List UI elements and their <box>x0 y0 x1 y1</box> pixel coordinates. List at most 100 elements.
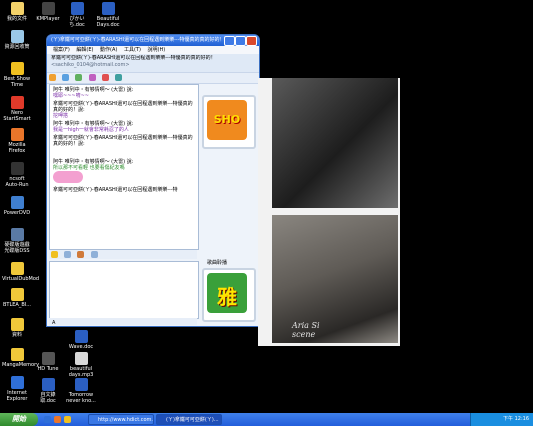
desktop-icon-label: BTLEA_BI... <box>2 302 32 308</box>
games-icon[interactable] <box>115 74 123 81</box>
desktop-icon-label: 硬碟版遊戲 光碟版DSS <box>4 242 30 254</box>
menu-tools[interactable]: 工具(T) <box>124 47 141 53</box>
desktop-icon-label: PowerDVD <box>3 210 31 216</box>
invite-icon[interactable] <box>49 74 56 81</box>
avatar-image: 雅 <box>207 273 247 313</box>
desktop-icon[interactable]: MangaMemory <box>2 348 40 368</box>
desktop-icon-label: Internet Explorer <box>6 390 28 402</box>
desktop-icon-label: ncsoft Auto-Run <box>5 176 29 188</box>
file-icon <box>70 2 84 15</box>
message-sender: 拿鐵可可亞餅(ㄚ)-春ARASHI還可以在回程遇到樂樂---特優真的真的好的！說… <box>53 135 193 147</box>
message-input[interactable] <box>49 261 199 319</box>
file-icon <box>74 330 88 343</box>
emoticon-picker-icon[interactable] <box>51 251 58 258</box>
desktop-icon[interactable]: PowerDVD <box>2 196 32 216</box>
desktop-icon[interactable]: 自文錄取.doc <box>33 378 63 404</box>
photo-viewer: Aria Si scene <box>258 78 400 346</box>
ie-quicklaunch-icon[interactable] <box>44 416 51 423</box>
desktop-icon[interactable]: ncsoft Auto-Run <box>2 162 32 188</box>
desktop-icon-label: KMPlayer <box>36 16 60 22</box>
message-body: 挖呷搭 <box>53 113 69 119</box>
taskbar-task[interactable]: http://www.hdict.com... <box>88 414 154 425</box>
menu-actions[interactable]: 動作(A) <box>100 47 117 53</box>
contact-avatar[interactable]: SHO <box>202 95 256 149</box>
desktop-icon[interactable]: HD Tune <box>33 352 63 372</box>
message-body: 我是一high一就會非常耗忍了的人 <box>53 127 129 133</box>
menu-edit[interactable]: 編輯(E) <box>76 47 93 53</box>
wink-icon[interactable] <box>64 251 72 258</box>
start-button[interactable]: 開始 <box>0 413 38 426</box>
webcam-icon[interactable] <box>75 74 83 81</box>
desktop-icon[interactable]: Nero StartSmart <box>2 96 32 122</box>
desktop-icon[interactable]: Best Show Time <box>2 62 32 88</box>
chat-window-title: (ㄚ)拿鐵可可亞餅(ㄚ)-春ARASHI還可以在回程遇到樂樂---特優真的真的好… <box>51 37 225 43</box>
desktop-icon[interactable]: 硬碟版遊戲 光碟版DSS <box>2 228 32 254</box>
minimize-button[interactable] <box>224 36 235 46</box>
desktop-icon[interactable]: ぴかいち.doc <box>62 2 92 28</box>
avatar-text: SHO <box>213 113 241 126</box>
file-icon <box>10 376 24 389</box>
self-avatar[interactable]: 雅 <box>202 268 256 322</box>
desktop-icon-label: HD Tune <box>37 366 59 372</box>
message-sender: 拿鐵可可亞餅(ㄚ)-春ARASHI還可以在回程遇到樂樂---特 <box>53 187 178 193</box>
desktop-icon[interactable]: beautiful days.mp3 <box>66 352 96 378</box>
desktop-icon-label: 資料 <box>11 332 22 338</box>
desktop-icon[interactable]: Tomorrow never kno... <box>66 378 96 404</box>
contact-email: <sachiko_0104@hotmail.com> <box>51 62 130 68</box>
chat-titlebar[interactable]: (ㄚ)拿鐵可可亞餅(ㄚ)-春ARASHI還可以在回程遇到樂樂---特優真的真的好… <box>47 35 259 46</box>
nudge-icon[interactable] <box>77 251 85 258</box>
file-icon <box>10 228 24 241</box>
desktop-icon-label: Best Show Time <box>3 76 31 88</box>
desktop-icon[interactable]: 我的文件 <box>2 2 32 22</box>
contact-header: 拿鐵可可亞餅(ㄚ)-春ARASHI還可以在回程遇到樂樂---特優真的真的好的！ … <box>47 54 259 72</box>
clock: 下午 12:16 <box>503 416 529 422</box>
desktop-icon-label: MangaMemory <box>2 362 40 368</box>
close-button[interactable] <box>246 36 257 46</box>
emoticon-pink-characters-icon <box>53 171 83 183</box>
emoticon-panda-icon <box>53 147 195 157</box>
desktop-icon[interactable]: 資源回收筒 <box>2 30 32 50</box>
desktop-icon[interactable]: 資料 <box>2 318 32 338</box>
send-file-icon[interactable] <box>62 74 70 81</box>
maximize-button[interactable] <box>235 36 246 46</box>
activities-icon[interactable] <box>101 74 109 81</box>
desktop-icon[interactable]: KMPlayer <box>33 2 63 22</box>
file-icon <box>10 262 24 275</box>
contact-display-name: 拿鐵可可亞餅(ㄚ)-春ARASHI還可以在回程遇到樂樂---特優真的真的好的！ <box>51 55 216 61</box>
taskbar: 開始 http://www.hdict.com... (ㄚ)拿鐵可可亞餅(ㄚ).… <box>0 413 533 426</box>
desktop-icon-label: beautiful days.mp3 <box>68 366 94 378</box>
voice-icon[interactable] <box>88 74 96 81</box>
desktop-icon[interactable]: Mozilla Firefox <box>2 128 32 154</box>
chat-message: 拿鐵可可亞餅(ㄚ)-春ARASHI還可以在回程遇到樂樂---特 <box>53 187 195 193</box>
file-icon <box>10 30 24 43</box>
file-icon <box>10 288 24 301</box>
avatar-image: SHO <box>207 100 247 140</box>
desktop-icon[interactable]: Beautiful Days.doc <box>93 2 123 28</box>
desktop-icon-label: Beautiful Days.doc <box>96 16 120 28</box>
desktop-icon-label: 資源回收筒 <box>4 44 30 50</box>
desktop-icon[interactable]: Wave.doc <box>66 330 96 350</box>
desktop-icon[interactable]: BTLEA_BI... <box>2 288 32 308</box>
desktop-icon[interactable]: VirtualDubMod <box>2 262 40 282</box>
file-icon <box>10 62 24 75</box>
chat-toolbar <box>47 72 259 84</box>
desktop-icon-label: VirtualDubMod <box>2 276 40 282</box>
desktop-icon[interactable]: Internet Explorer <box>2 376 32 402</box>
system-tray: 下午 12:16 <box>470 413 533 426</box>
chat-message: 拿鐵可可亞餅(ㄚ)-春ARASHI還可以在回程遇到樂樂---特優真的真的好的！說… <box>53 135 195 157</box>
background-icon[interactable] <box>90 251 98 258</box>
menu-help[interactable]: 說明(H) <box>148 47 166 53</box>
message-sender: 拿鐵可可亞餅(ㄚ)-春ARASHI還可以在回程遇到樂樂---特優真的真的好的！說… <box>53 101 193 113</box>
conversation-log[interactable]: 阿牛 唯列中・有够情啊～ (大雷) 說: 嘿耶~~~唷~~ 拿鐵可可亞餅(ㄚ)-… <box>49 84 199 250</box>
taskbar-task[interactable]: (ㄚ)拿鐵可可亞餅(ㄚ)... <box>156 414 222 425</box>
photo-image: Aria Si scene <box>272 215 398 343</box>
font-button[interactable]: A <box>52 320 55 326</box>
file-icon <box>10 128 24 141</box>
show-desktop-icon[interactable] <box>64 416 71 423</box>
chat-menubar: 檔案(F) 編輯(E) 動作(A) 工具(T) 說明(H) <box>47 46 259 54</box>
desktop-icon-label: Nero StartSmart <box>3 110 31 122</box>
firefox-quicklaunch-icon[interactable] <box>54 416 61 423</box>
input-toolbar <box>49 250 197 259</box>
menu-file[interactable]: 檔案(F) <box>53 47 70 53</box>
chat-message: 拿鐵可可亞餅(ㄚ)-春ARASHI還可以在回程遇到樂樂---特優真的真的好的！說… <box>53 101 195 119</box>
